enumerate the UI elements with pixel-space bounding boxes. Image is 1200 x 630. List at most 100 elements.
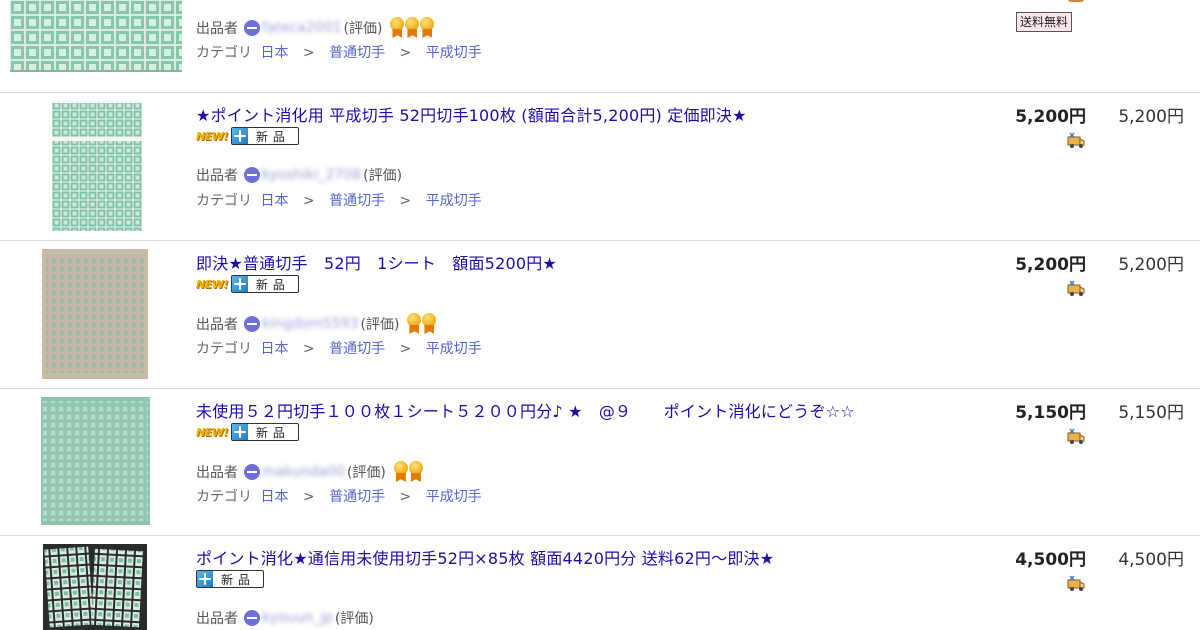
item-title-link[interactable]: ポイント消化★通信用未使用切手52円×85枚 額面4420円分 送料62円～即決… [196,545,774,569]
medal-icon [420,17,435,39]
buyout-price: 5,200円 [1118,107,1184,127]
seller-rating-link[interactable]: (評価) [347,462,386,482]
listing-item: ポイント消化★通信用未使用切手52円×85枚 額面4420円分 送料62円～即決… [0,536,1200,630]
seller-id-link[interactable]: kyoshiki_2708 [262,167,361,183]
current-price: 5,200円 [1015,107,1086,127]
condition-badge: 新品 [230,127,299,145]
item-thumbnail[interactable] [41,397,150,525]
category-separator: > [399,45,412,61]
category-breadcrumb: カテゴリ 日本 > 普通切手 > 平成切手 [196,42,482,62]
buyout-price: 5,200円 [1118,255,1184,275]
seller-info: 出品者 makunda00 (評価) [196,461,424,483]
category-separator: > [399,341,412,357]
category-link-regular-stamps[interactable]: 普通切手 [329,489,385,505]
category-breadcrumb: カテゴリ 日本 > 普通切手 > 平成切手 [196,338,482,358]
item-thumbnail[interactable] [43,544,147,630]
new-condition-icon [197,571,213,587]
stamp-sheet-image [43,401,148,521]
medal-icon [405,17,420,39]
category-link-regular-stamps[interactable]: 普通切手 [329,45,385,61]
item-thumbnail[interactable] [10,0,182,72]
seller-label: 出品者 [196,317,238,333]
item-badges: NEW! 新品 [196,274,299,294]
medal-icon [422,313,437,335]
new-badge: NEW! [196,425,228,439]
listing-item: 未使用５２円切手１００枚１シート５２００円分♪ ★ @９ ポイント消化にどうぞ☆… [0,389,1200,535]
condition-label: 新品 [255,425,290,440]
listing-item: ★ポイント消化用 平成切手 52円切手100枚 (額面合計5,200円) 定価即… [0,93,1200,240]
rating-medals [407,313,437,335]
seller-info: 出品者 kingdom5593 (評価) [196,313,437,335]
category-breadcrumb: カテゴリ 日本 > 普通切手 > 平成切手 [196,486,482,506]
category-breadcrumb: カテゴリ 日本 > 普通切手 > 平成切手 [196,190,482,210]
current-price: 5,200円 [1015,255,1086,275]
category-separator: > [302,45,315,61]
shipping-truck-icon [1067,280,1085,296]
new-badge: NEW! [196,277,228,291]
item-badges: NEW! 新品 [196,422,299,442]
seller-id-link[interactable]: fateca2001 [262,20,342,36]
condition-badge: 新品 [196,570,265,588]
item-thumbnail[interactable] [42,249,148,379]
seller-avatar-icon[interactable] [244,316,260,332]
condition-label: 新品 [255,129,290,144]
seller-id-link[interactable]: kyouun_jp [262,610,333,626]
seller-label: 出品者 [196,21,238,37]
seller-avatar-icon[interactable] [244,167,260,183]
shipping-icon [1068,0,1084,2]
current-price: 4,500円 [1015,550,1086,570]
stamp-sheet-image [52,103,142,231]
seller-avatar-icon[interactable] [244,464,260,480]
seller-rating-link[interactable]: (評価) [335,608,374,628]
listing-item: 即決★普通切手 52円 1シート 額面5200円★ NEW! 新品 出品者 ki… [0,241,1200,388]
seller-id-link[interactable]: makunda00 [262,464,345,480]
category-separator: > [302,341,315,357]
category-link-heisei-stamps[interactable]: 平成切手 [426,489,482,505]
stamp-sheet-image [10,0,182,70]
rating-medals [390,17,435,39]
category-link-regular-stamps[interactable]: 普通切手 [329,341,385,357]
item-thumbnail[interactable] [52,101,142,231]
condition-badge: 新品 [230,423,299,441]
seller-rating-link[interactable]: (評価) [363,165,402,185]
item-title-link[interactable]: ★ポイント消化用 平成切手 52円切手100枚 (額面合計5,200円) 定価即… [196,102,747,126]
current-price: 5,150円 [1015,403,1086,423]
medal-icon [393,461,408,483]
category-link-japan[interactable]: 日本 [260,341,288,357]
seller-avatar-icon[interactable] [244,610,260,626]
category-link-heisei-stamps[interactable]: 平成切手 [426,341,482,357]
item-title-link[interactable]: 即決★普通切手 52円 1シート 額面5200円★ [196,250,557,274]
seller-label: 出品者 [196,611,238,627]
seller-label: 出品者 [196,168,238,184]
new-badge: NEW! [196,129,228,143]
condition-badge: 新品 [230,275,299,293]
seller-avatar-icon[interactable] [244,20,260,36]
category-link-regular-stamps[interactable]: 普通切手 [329,193,385,209]
stamp-sheet-image [46,255,144,373]
medal-icon [408,461,423,483]
seller-id-link[interactable]: kingdom5593 [262,316,358,332]
item-title-link[interactable]: 未使用５２円切手１００枚１シート５２００円分♪ ★ @９ ポイント消化にどうぞ☆… [196,398,855,422]
medal-icon [407,313,422,335]
category-separator: > [399,489,412,505]
free-shipping-badge: 送料無料 [1016,12,1073,32]
category-link-heisei-stamps[interactable]: 平成切手 [426,193,482,209]
seller-info: 出品者 fateca2001 (評価) [196,17,435,39]
shipping-truck-icon [1067,575,1085,591]
shipping-truck-icon [1067,132,1085,148]
item-badges: NEW! 新品 [196,126,299,146]
category-label: カテゴリ [196,341,252,357]
stamp-sheet-image [44,546,143,628]
seller-rating-link[interactable]: (評価) [360,314,399,334]
shipping-truck-icon [1067,428,1085,444]
category-link-japan[interactable]: 日本 [260,45,288,61]
category-link-japan[interactable]: 日本 [260,489,288,505]
listing-partial: 出品者 fateca2001 (評価) カテゴリ 日本 > 普通切手 > 平成切… [0,0,1200,92]
item-badges: 新品 [196,569,265,589]
new-condition-icon [231,276,248,292]
category-separator: > [399,193,412,209]
category-link-japan[interactable]: 日本 [260,193,288,209]
category-label: カテゴリ [196,489,252,505]
seller-rating-link[interactable]: (評価) [344,18,383,38]
category-link-heisei-stamps[interactable]: 平成切手 [426,45,482,61]
